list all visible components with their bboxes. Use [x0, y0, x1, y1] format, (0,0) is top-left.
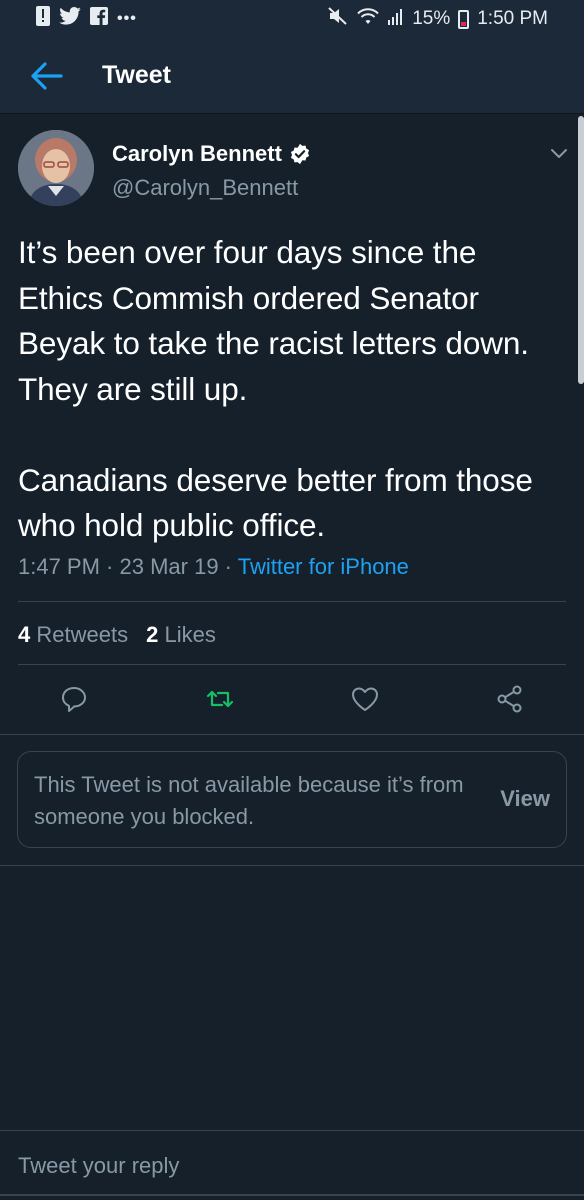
mute-icon [328, 7, 348, 31]
status-bar-left: ••• [36, 6, 137, 32]
reply-icon [62, 687, 86, 712]
author-name-text: Carolyn Bennett [112, 141, 282, 166]
avatar[interactable] [18, 130, 94, 206]
back-button[interactable] [0, 38, 94, 114]
retweet-count: 4 [18, 622, 31, 647]
app-header: Tweet [0, 38, 584, 114]
reply-underline [0, 1194, 584, 1196]
facebook-icon [90, 7, 108, 31]
battery-icon [458, 9, 470, 29]
tweet-date: 23 Mar 19 [119, 554, 219, 579]
signal-icon [388, 7, 404, 31]
divider [18, 664, 566, 665]
battery-percent: 15% [412, 8, 451, 29]
clock: 1:50 PM [477, 8, 548, 29]
retweet-label: Retweets [36, 622, 129, 647]
likes-stat[interactable]: 2 Likes [146, 622, 216, 648]
retweets-stat[interactable]: 4 Retweets [18, 622, 128, 648]
scrollbar[interactable] [578, 116, 584, 384]
wifi-icon [356, 7, 380, 31]
avatar-portrait [18, 130, 94, 206]
author-name[interactable]: Carolyn Bennett [112, 141, 311, 167]
like-button[interactable] [350, 684, 380, 714]
share-button[interactable] [495, 684, 525, 714]
divider [0, 865, 584, 866]
chevron-down-icon[interactable] [549, 143, 569, 163]
heart-icon [352, 687, 378, 711]
status-bar: ••• 15% 1:50 PM [0, 0, 584, 38]
tweet-time: 1:47 PM [18, 554, 100, 579]
tweet-text: It’s been over four days since the Ethic… [18, 234, 533, 543]
like-label: Likes [164, 622, 216, 647]
retweet-button[interactable] [205, 684, 235, 714]
divider [18, 601, 566, 602]
divider [0, 734, 584, 735]
share-icon [497, 685, 522, 713]
tweet-actions [0, 676, 584, 722]
arrow-left-icon [31, 61, 63, 90]
verified-badge-icon [290, 143, 309, 165]
status-bar-right: 15% 1:50 PM [328, 7, 548, 31]
twitter-bird-icon [59, 7, 81, 31]
view-button[interactable]: View [500, 786, 550, 812]
page-title: Tweet [102, 61, 171, 89]
like-count: 2 [146, 622, 159, 647]
blocked-tweet-card: This Tweet is not available because it’s… [17, 751, 567, 848]
more-dots-icon: ••• [117, 10, 137, 27]
reply-bar: Tweet your reply [0, 1130, 584, 1200]
reply-input[interactable]: Tweet your reply [18, 1153, 179, 1179]
retweet-icon [206, 690, 234, 708]
reply-button[interactable] [59, 684, 89, 714]
blocked-tweet-message: This Tweet is not available because it’s… [34, 772, 464, 829]
notification-alert-icon [36, 6, 50, 32]
tweet-source-link[interactable]: Twitter for iPhone [238, 554, 409, 579]
tweet-stats: 4 Retweets 2 Likes [18, 622, 216, 648]
author-handle[interactable]: @Carolyn_Bennett [112, 175, 298, 201]
meta-separator: · [99, 554, 120, 579]
tweet-meta: 1:47 PM · 23 Mar 19 · Twitter for iPhone [18, 554, 409, 580]
meta-separator: · [218, 554, 238, 579]
